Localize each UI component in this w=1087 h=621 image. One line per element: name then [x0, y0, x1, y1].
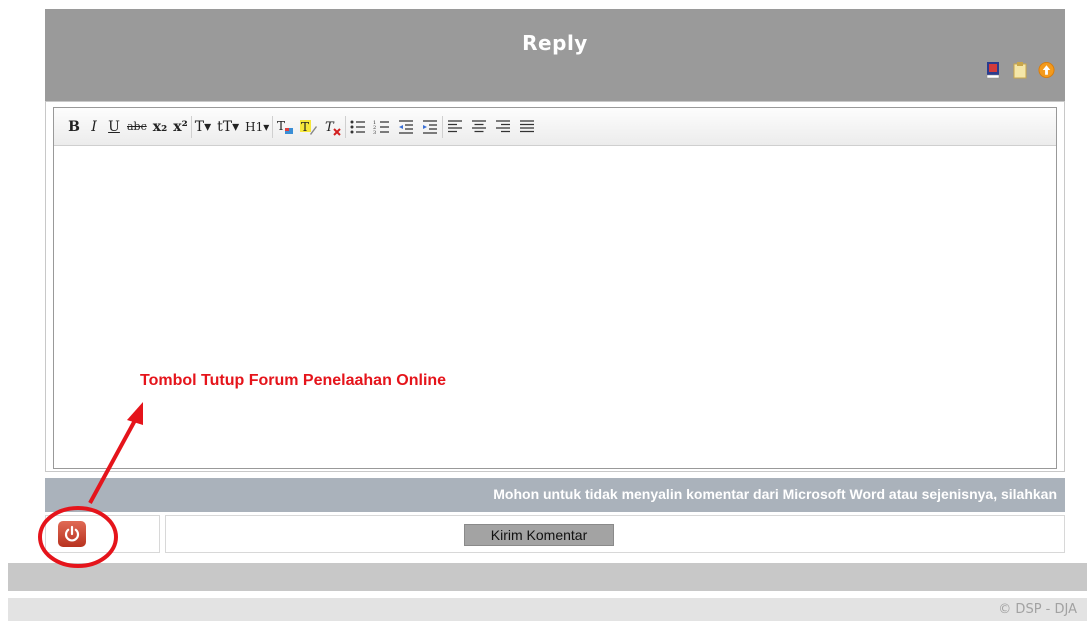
footer-copyright-bar: © DSP - DJA — [8, 598, 1087, 621]
align-left-icon — [448, 119, 463, 132]
text-color-button[interactable]: T — [272, 115, 297, 138]
strikethrough-label: abc — [127, 120, 147, 133]
copyright-text: © DSP - DJA — [998, 602, 1077, 617]
remove-format-icon: T — [325, 120, 341, 136]
highlight-button[interactable]: T — [297, 116, 321, 138]
highlight-icon: T — [300, 119, 318, 135]
font-family-label: tT▾ — [217, 118, 240, 135]
indent-icon — [423, 119, 438, 134]
align-center-icon — [472, 119, 487, 132]
rich-text-editor: B I U abc x₂ x² T▾ tT▾ H1▾ T T T 1 2 3 — [53, 107, 1057, 469]
bold-label: B — [68, 118, 80, 135]
scroll-up-icon[interactable] — [1038, 61, 1055, 79]
power-cell — [45, 515, 160, 553]
align-right-button[interactable] — [491, 116, 515, 138]
header-icons — [984, 61, 1055, 79]
outdent-button[interactable] — [394, 116, 418, 138]
notice-text: Mohon untuk tidak menyalin komentar dari… — [493, 486, 1057, 502]
svg-text:T: T — [277, 119, 285, 133]
ordered-list-button[interactable]: 123 — [370, 116, 394, 138]
heading-button[interactable]: H1▾ — [242, 116, 272, 138]
svg-text:T: T — [325, 120, 335, 135]
font-size-button[interactable]: T▾ — [190, 115, 214, 138]
strikethrough-button[interactable]: abc — [124, 116, 150, 138]
reply-header: Reply — [45, 9, 1065, 101]
power-icon — [64, 525, 80, 542]
underline-label: U — [108, 118, 120, 135]
bullet-list-icon — [350, 120, 366, 133]
annotation-label: Tombol Tutup Forum Penelaahan Online — [140, 372, 447, 389]
superscript-label: x² — [173, 118, 188, 135]
submit-cell: Kirim Komentar — [165, 515, 1065, 553]
underline-button[interactable]: U — [104, 116, 124, 138]
align-justify-button[interactable] — [515, 116, 539, 138]
bold-button[interactable]: B — [64, 116, 84, 138]
align-right-icon — [496, 119, 511, 132]
editor-toolbar: B I U abc x₂ x² T▾ tT▾ H1▾ T T T 1 2 3 — [54, 108, 1056, 146]
svg-text:T: T — [301, 120, 309, 134]
outdent-icon — [399, 119, 414, 134]
notice-bar: Mohon untuk tidak menyalin komentar dari… — [45, 478, 1065, 512]
footer-bar — [8, 563, 1087, 591]
reply-title: Reply — [522, 31, 588, 55]
align-left-button[interactable] — [442, 115, 467, 138]
subscript-button[interactable]: x₂ — [150, 116, 170, 138]
unordered-list-button[interactable] — [345, 115, 370, 138]
submit-comment-button[interactable]: Kirim Komentar — [464, 524, 614, 546]
book-icon[interactable] — [984, 61, 1001, 79]
align-center-button[interactable] — [467, 116, 491, 138]
subscript-label: x₂ — [152, 118, 168, 135]
close-forum-button[interactable] — [58, 521, 86, 547]
align-justify-icon — [520, 119, 535, 132]
editor-text-area[interactable] — [54, 147, 1056, 468]
italic-label: I — [91, 118, 97, 135]
italic-button[interactable]: I — [84, 116, 104, 138]
numbered-list-icon: 123 — [373, 120, 390, 136]
reply-page: Reply B I U abc x₂ x² T▾ tT▾ H1▾ T T T 1… — [0, 0, 1087, 621]
remove-format-button[interactable]: T — [321, 116, 345, 138]
superscript-button[interactable]: x² — [170, 116, 190, 138]
action-row: Kirim Komentar — [45, 515, 1065, 553]
indent-button[interactable] — [418, 116, 442, 138]
editor-container: B I U abc x₂ x² T▾ tT▾ H1▾ T T T 1 2 3 — [45, 101, 1065, 472]
svg-text:3: 3 — [373, 130, 376, 136]
font-size-label: T▾ — [194, 118, 212, 135]
text-color-icon: T — [277, 119, 294, 134]
clipboard-icon[interactable] — [1011, 61, 1028, 79]
heading-label: H1▾ — [245, 119, 270, 134]
font-family-button[interactable]: tT▾ — [214, 116, 242, 138]
